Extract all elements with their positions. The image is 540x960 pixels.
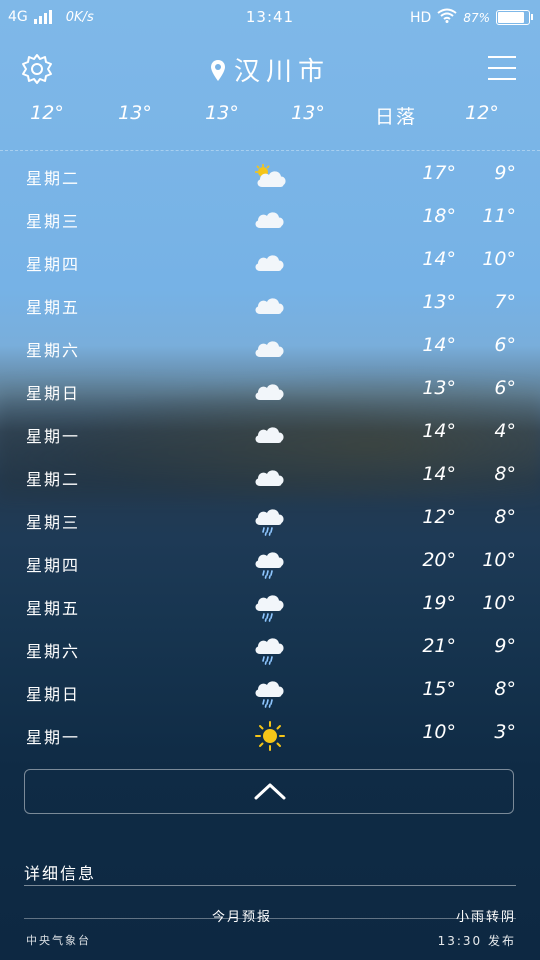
data-source: 中央气象台 [26,934,91,947]
day-label: 星期五 [26,298,81,317]
low-temp: 4° [494,420,516,442]
forecast-row[interactable]: 星期三 18° 11° [0,198,540,241]
day-label: 星期一 [26,728,81,747]
day-label: 星期二 [26,470,81,489]
rain-icon [252,548,288,579]
day-label: 星期四 [26,255,81,274]
low-temp: 9° [494,635,516,657]
hourly-item: 12° [465,102,499,124]
hourly-item-sunset: 日落 [374,106,417,128]
weather-description: 小雨转阴 [455,910,516,925]
sun-icon [252,720,288,751]
high-temp: 10° [422,721,456,743]
chevron-up-icon [254,783,286,800]
low-temp: 10° [482,549,516,571]
divider [24,918,516,919]
divider [24,885,516,886]
low-temp: 9° [494,162,516,184]
hourly-item: 12° [30,102,64,124]
forecast-row[interactable]: 星期日 15° 8° [0,671,540,714]
hourly-item: 13° [205,102,239,124]
battery-percent: 87% [463,10,490,25]
high-temp: 18° [422,205,456,227]
cloud-icon [252,462,288,492]
header: 汉川市 [0,46,540,96]
high-temp: 14° [422,463,456,485]
monthly-forecast-link[interactable]: 今月预报 [212,906,272,925]
forecast-row[interactable]: 星期一 10° 3° [0,714,540,757]
city-title[interactable]: 汉川市 [0,51,540,88]
high-temp: 19° [422,592,456,614]
forecast-row[interactable]: 星期五 19° 10° [0,585,540,628]
low-temp: 10° [482,592,516,614]
city-name: 汉川市 [233,57,330,87]
status-bar: 4G 0K/s 13:41 HD 87% [0,0,540,36]
high-temp: 14° [422,420,456,442]
day-label: 星期五 [26,599,81,618]
cloud-icon [252,376,288,406]
rain-icon [252,591,288,622]
wifi-icon [437,8,457,27]
day-label: 星期二 [26,169,81,188]
low-temp: 8° [494,463,516,485]
menu-icon[interactable] [488,56,516,89]
hd-indicator: HD [410,9,432,26]
cloud-icon [252,247,288,277]
forecast-row[interactable]: 星期三 12° 8° [0,499,540,542]
day-label: 星期三 [26,513,81,532]
rain-icon [252,505,288,536]
low-temp: 8° [494,678,516,700]
forecast-row[interactable]: 星期二 14° 8° [0,456,540,499]
high-temp: 21° [422,635,456,657]
forecast-row[interactable]: 星期二 17° 9° [0,155,540,198]
daily-forecast-list[interactable]: 星期二 17° 9° 星期三 18° 11° 星期四 14° 10° 星期五 13° 7° 星期六 14°… [0,155,540,757]
high-temp: 17° [422,162,456,184]
forecast-row[interactable]: 星期四 20° 10° [0,542,540,585]
location-pin-icon [210,60,225,81]
low-temp: 6° [494,377,516,399]
low-temp: 8° [494,506,516,528]
cloud-icon [252,333,288,363]
forecast-row[interactable]: 星期六 14° 6° [0,327,540,370]
low-temp: 7° [494,291,516,313]
low-temp: 10° [482,248,516,270]
forecast-row[interactable]: 星期六 21° 9° [0,628,540,671]
high-temp: 20° [422,549,456,571]
day-label: 星期日 [26,685,81,704]
day-label: 星期三 [26,212,81,231]
high-temp: 12° [422,506,456,528]
hourly-forecast: 12° 13° 13° 13° 日落 12° [0,102,540,132]
day-label: 星期四 [26,556,81,575]
high-temp: 15° [422,678,456,700]
forecast-row[interactable]: 星期五 13° 7° [0,284,540,327]
rain-icon [252,634,288,665]
high-temp: 13° [422,377,456,399]
rain-icon [252,677,288,708]
partly-cloudy-icon [252,161,288,191]
high-temp: 14° [422,334,456,356]
low-temp: 6° [494,334,516,356]
forecast-row[interactable]: 星期日 13° 6° [0,370,540,413]
hourly-item: 13° [291,102,325,124]
publish-time: 13:30 发布 [437,934,516,948]
cloud-icon [252,290,288,320]
divider [0,150,540,151]
forecast-row[interactable]: 星期四 14° 10° [0,241,540,284]
high-temp: 14° [422,248,456,270]
day-label: 星期六 [26,642,81,661]
cloud-icon [252,419,288,449]
day-label: 星期日 [26,384,81,403]
cloud-icon [252,204,288,234]
forecast-row[interactable]: 星期一 14° 4° [0,413,540,456]
day-label: 星期一 [26,427,81,446]
high-temp: 13° [422,291,456,313]
details-title: 详细信息 [24,864,97,883]
battery-icon [496,10,533,25]
collapse-button[interactable] [24,769,514,814]
low-temp: 11° [482,205,516,227]
hourly-item: 13° [118,102,152,124]
low-temp: 3° [494,721,516,743]
day-label: 星期六 [26,341,81,360]
